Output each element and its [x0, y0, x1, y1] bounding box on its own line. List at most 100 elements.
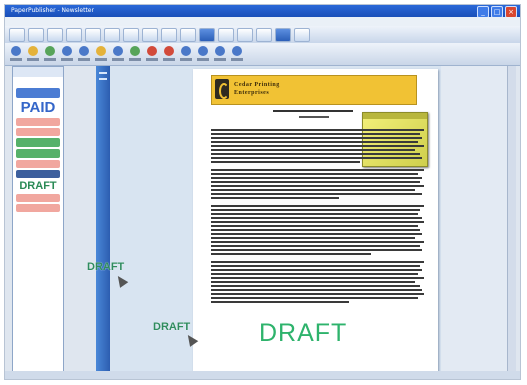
- text-line: [211, 133, 420, 135]
- sticker-green-2[interactable]: [16, 149, 60, 158]
- text-line: [211, 177, 422, 179]
- arrow-icon[interactable]: [60, 45, 74, 63]
- text-line: [211, 137, 422, 139]
- new-icon[interactable]: [9, 27, 25, 42]
- grid-icon[interactable]: [237, 27, 253, 42]
- text-line: [211, 161, 361, 163]
- panel-header: [13, 67, 63, 77]
- text-line: [211, 197, 339, 199]
- save-icon[interactable]: [47, 27, 63, 42]
- text-line: [211, 301, 350, 303]
- dragged-draft-stamp-2[interactable]: DRAFT: [153, 321, 190, 333]
- text-icon[interactable]: [77, 45, 91, 63]
- shape-icon[interactable]: [94, 45, 108, 63]
- line-icon[interactable]: [111, 45, 125, 63]
- text-line: [211, 285, 420, 287]
- crop-icon[interactable]: [213, 45, 227, 63]
- text-line: [211, 209, 420, 211]
- text-line: [211, 205, 424, 207]
- document-heading: [273, 110, 353, 112]
- paste-icon[interactable]: [123, 27, 139, 42]
- splitter-grip: [99, 72, 107, 74]
- export-icon[interactable]: [230, 45, 244, 63]
- ellipse-icon[interactable]: [128, 45, 142, 63]
- sticker-red[interactable]: [16, 118, 60, 126]
- text-line: [211, 237, 416, 239]
- title-bar: PaperPublisher - Newsletter _ □ ×: [5, 5, 520, 18]
- logo-mark-icon: [215, 79, 229, 99]
- text-line: [211, 181, 420, 183]
- app-window: PaperPublisher - Newsletter _ □ × PAID D…: [4, 4, 521, 380]
- document-page[interactable]: Cedar Printing Enterprises DRAFT: [193, 69, 438, 374]
- cut-icon[interactable]: [85, 27, 101, 42]
- text-line: [211, 289, 422, 291]
- text-line: [211, 185, 424, 187]
- view-icon[interactable]: [275, 27, 291, 42]
- link-icon[interactable]: [196, 45, 210, 63]
- zoom-icon[interactable]: [180, 27, 196, 42]
- text-line: [211, 273, 418, 275]
- logo-line-2: Enterprises: [234, 90, 270, 96]
- sticker-red-4[interactable]: [16, 194, 60, 202]
- vertical-scrollbar[interactable]: [507, 66, 516, 374]
- sticky-note-bar[interactable]: [363, 113, 427, 119]
- text-line: [211, 169, 424, 171]
- text-line: [211, 265, 420, 267]
- help-icon[interactable]: [294, 27, 310, 42]
- text-line: [211, 173, 418, 175]
- text-line: [211, 145, 424, 147]
- sticker-tool-icon[interactable]: [199, 27, 215, 42]
- sticker-blue[interactable]: [16, 88, 60, 98]
- text-line: [211, 141, 418, 143]
- print-icon[interactable]: [66, 27, 82, 42]
- layers-icon[interactable]: [256, 27, 272, 42]
- stop-icon[interactable]: [162, 45, 176, 63]
- text-line: [211, 261, 424, 263]
- dragged-draft-stamp[interactable]: DRAFT: [87, 261, 124, 273]
- company-logo: Cedar Printing Enterprises: [211, 75, 417, 105]
- attach-icon[interactable]: [179, 45, 193, 63]
- text-line: [211, 157, 422, 159]
- document-footer: [219, 355, 409, 363]
- sticker-red-2[interactable]: [16, 128, 60, 136]
- text-line: [211, 217, 422, 219]
- open-icon[interactable]: [28, 27, 44, 42]
- redo-icon[interactable]: [161, 27, 177, 42]
- record-icon[interactable]: [145, 45, 159, 63]
- sticker-red-3[interactable]: [16, 160, 60, 168]
- note-icon[interactable]: [26, 45, 40, 63]
- splitter-grip-2: [99, 78, 107, 80]
- toolbar-secondary: [5, 43, 520, 66]
- text-line: [211, 249, 422, 251]
- text-line: [211, 241, 424, 243]
- sticker-paid[interactable]: PAID: [16, 100, 60, 116]
- text-line: [211, 189, 416, 191]
- text-line: [211, 281, 416, 283]
- sticker-panel: PAID DRAFT: [12, 66, 64, 376]
- sticker-navy[interactable]: [16, 170, 60, 178]
- copy-icon[interactable]: [104, 27, 120, 42]
- sticker-draft[interactable]: DRAFT: [16, 180, 60, 192]
- text-line: [211, 193, 422, 195]
- text-line: [211, 269, 422, 271]
- panel-subheader: [13, 77, 63, 86]
- text-line: [211, 233, 422, 235]
- menu-bar: [5, 17, 520, 26]
- panel-splitter[interactable]: [96, 66, 110, 374]
- document-subheading: [299, 116, 329, 118]
- text-line: [211, 149, 416, 151]
- draft-stamp[interactable]: DRAFT: [259, 319, 347, 348]
- body-text: [211, 129, 424, 305]
- highlight-icon[interactable]: [43, 45, 57, 63]
- text-line: [211, 225, 418, 227]
- text-line: [211, 221, 424, 223]
- window-title: PaperPublisher - Newsletter: [11, 7, 94, 14]
- right-margin: [441, 66, 515, 374]
- stamp-icon[interactable]: [9, 45, 23, 63]
- align-icon[interactable]: [218, 27, 234, 42]
- text-line: [211, 153, 420, 155]
- undo-icon[interactable]: [142, 27, 158, 42]
- sticker-green[interactable]: [16, 138, 60, 147]
- text-line: [211, 297, 418, 299]
- sticker-red-5[interactable]: [16, 204, 60, 212]
